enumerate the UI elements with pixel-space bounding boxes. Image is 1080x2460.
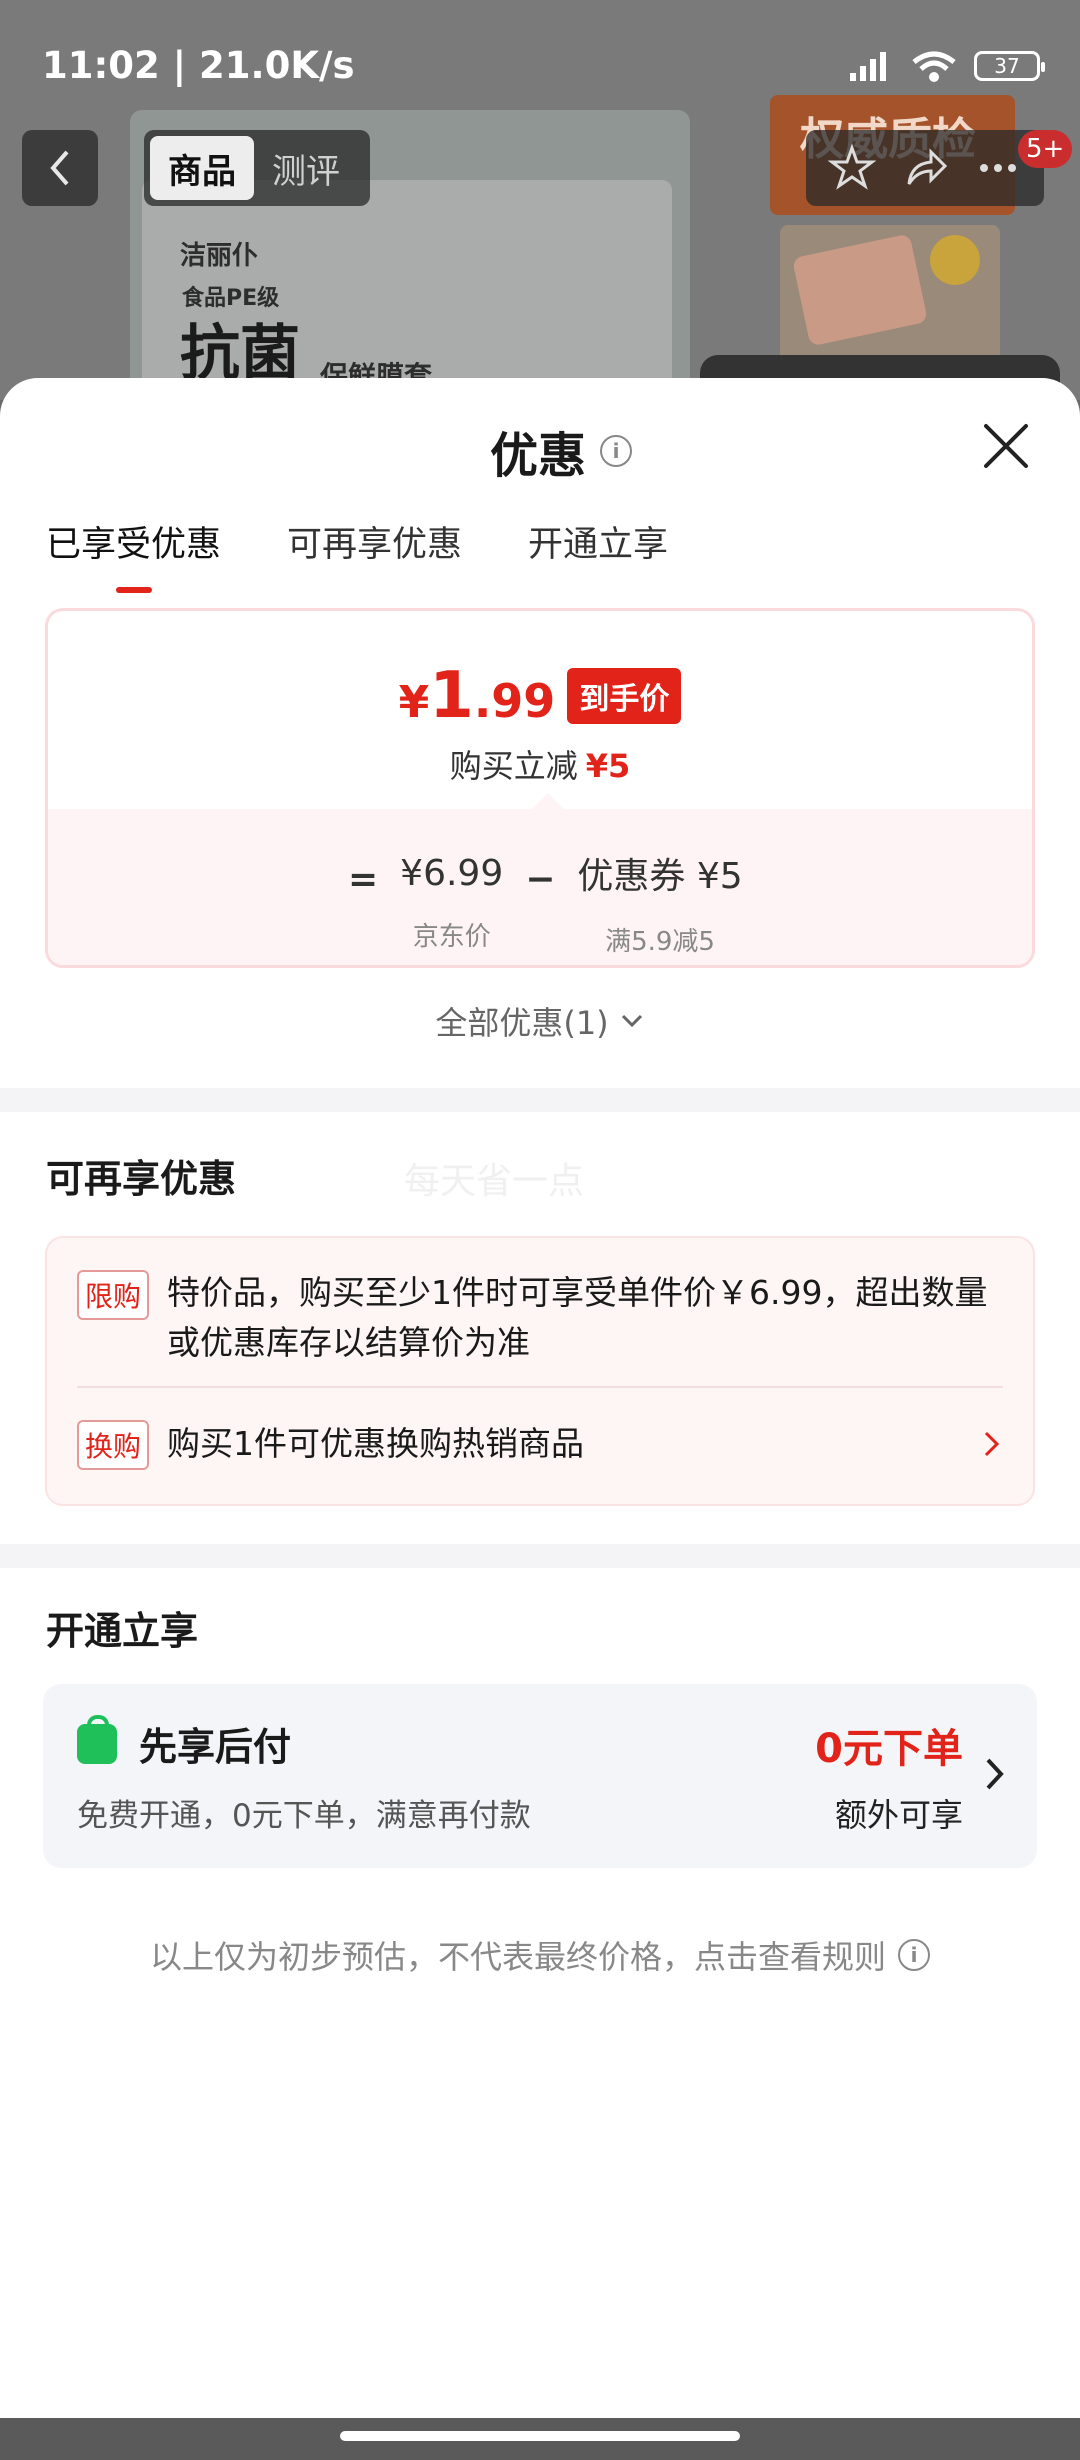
all-discounts-label: 全部优惠(1) — [435, 1004, 609, 1042]
message-badge: 5+ — [1018, 130, 1073, 168]
exchange-tag: 换购 — [77, 1420, 150, 1470]
exchange-row[interactable]: 换购 购买1件可优惠换购热销商品 — [77, 1418, 1003, 1470]
fish-image — [791, 233, 929, 347]
tab-enjoyed[interactable]: 已享受优惠 — [46, 516, 221, 593]
price-breakdown: = ¥6.99 京东价 − 优惠券 ¥5 满5.9减5 — [48, 793, 1032, 965]
save-label: 购买立减 — [449, 747, 578, 785]
base-price-label: 京东价 — [412, 921, 491, 952]
exchange-text: 购买1件可优惠换购热销商品 — [167, 1424, 585, 1463]
chevron-right-icon — [984, 1431, 1000, 1457]
info-icon[interactable]: i — [600, 435, 633, 467]
coupon-item: 优惠券 ¥5 满5.9减5 — [577, 847, 742, 958]
tab-activate[interactable]: 开通立享 — [528, 516, 668, 593]
home-indicator[interactable] — [340, 2431, 740, 2441]
chevron-left-icon — [50, 150, 69, 186]
limit-text: 特价品，购买至少1件时可享受单件价￥6.99，超出数量或优惠库存以结算价为准 — [167, 1273, 988, 1362]
disclaimer-text: 以上仅为初步预估，不代表最终价格，点击查看规则 — [149, 1938, 886, 1976]
limit-tag: 限购 — [77, 1270, 150, 1320]
save-row: 购买立减 ¥5 — [48, 741, 1032, 787]
final-price-currency: ¥ — [398, 677, 430, 728]
pay-later-card[interactable]: 先享后付 免费开通，0元下单，满意再付款 0元下单 额外可享 — [43, 1684, 1037, 1868]
coupon-amount: 优惠券 ¥5 — [577, 856, 743, 897]
nav-tabs: 商品 测评 — [144, 130, 370, 206]
minus-sign: − — [525, 859, 556, 900]
close-icon[interactable] — [978, 418, 1034, 474]
chevron-right-icon — [986, 1758, 1004, 1790]
base-price: ¥6.99 — [400, 852, 504, 894]
battery-icon: 37 — [974, 51, 1045, 81]
final-price: ¥ 1 .99 — [399, 659, 556, 733]
coupon-label: 满5.9减5 — [605, 927, 715, 957]
info-icon: i — [898, 1939, 930, 1971]
all-discounts-link[interactable]: 全部优惠(1) — [0, 998, 1080, 1044]
chevron-down-icon — [621, 1014, 642, 1028]
watermark: 每天省一点 — [404, 1161, 585, 1202]
list-item: 限购 特价品，购买至少1件时可享受单件价￥6.99，超出数量或优惠库存以结算价为… — [77, 1268, 1003, 1368]
product-brand: 洁丽仆 — [180, 241, 259, 271]
section-divider — [0, 1088, 1080, 1112]
sheet-header: 优惠 i — [0, 378, 1080, 498]
tab-more[interactable]: 可再享优惠 — [287, 516, 462, 593]
more-discounts-card: 限购 特价品，购买至少1件时可享受单件价￥6.99，超出数量或优惠库存以结算价为… — [45, 1236, 1035, 1506]
final-price-badge: 到手价 — [567, 668, 682, 724]
pay-later-desc: 免费开通，0元下单，满意再付款 — [77, 1798, 531, 1834]
final-price-int: 1 — [429, 659, 474, 733]
price-formula: = ¥6.99 京东价 − 优惠券 ¥5 满5.9减5 — [348, 847, 743, 958]
equals-sign: = — [348, 859, 379, 900]
more-icon[interactable] — [974, 144, 1022, 192]
share-icon[interactable] — [901, 144, 949, 192]
sheet-title: 优惠 — [490, 428, 587, 484]
gesture-bar — [0, 2418, 1080, 2460]
lemon-image — [930, 235, 980, 285]
status-time: 11:02 | 21.0K/s — [42, 44, 355, 87]
tab-product[interactable]: 商品 — [150, 136, 254, 200]
nav-actions — [806, 130, 1044, 206]
shopping-bag-icon — [77, 1715, 117, 1764]
section-more-title: 可再享优惠 — [46, 1157, 237, 1201]
tab-review[interactable]: 测评 — [254, 136, 358, 200]
discount-tabs: 已享受优惠 可再享优惠 开通立享 — [46, 516, 668, 593]
price-card: ¥ 1 .99 到手价 购买立减¥5 = ¥6.99 京东价 − 优惠券 ¥5 — [45, 608, 1035, 968]
star-icon[interactable] — [828, 144, 877, 192]
pay-later-price: 0元下单 — [815, 1726, 963, 1772]
status-icons: 37 — [846, 48, 1045, 84]
pay-later-extra: 额外可享 — [834, 1796, 963, 1834]
final-price-dec: .99 — [473, 674, 556, 728]
base-price-item: ¥6.99 京东价 — [400, 853, 503, 953]
back-button[interactable] — [22, 130, 98, 206]
wifi-icon — [912, 51, 956, 82]
price-summary: ¥ 1 .99 到手价 购买立减 ¥5 — [48, 611, 1032, 809]
pay-later-title: 先享后付 — [139, 1725, 292, 1769]
final-price-row: ¥ 1 .99 到手价 — [48, 659, 1032, 733]
section-activate-title: 开通立享 — [46, 1609, 199, 1653]
sheet-title-group: 优惠 i — [490, 416, 633, 486]
pay-later-offer: 0元下单 额外可享 — [815, 1716, 963, 1836]
disclaimer-link[interactable]: 以上仅为初步预估，不代表最终价格，点击查看规则 i — [0, 1932, 1080, 1978]
card-divider — [77, 1386, 1003, 1388]
signal-icon — [850, 52, 886, 81]
discount-sheet: 优惠 i 已享受优惠 可再享优惠 开通立享 ¥ 1 .99 到手价 购买立减 ¥5 — [0, 378, 1080, 2418]
status-bar: 11:02 | 21.0K/s 37 — [0, 0, 1080, 135]
save-amount: ¥5 — [585, 747, 631, 785]
section-divider — [0, 1544, 1080, 1568]
